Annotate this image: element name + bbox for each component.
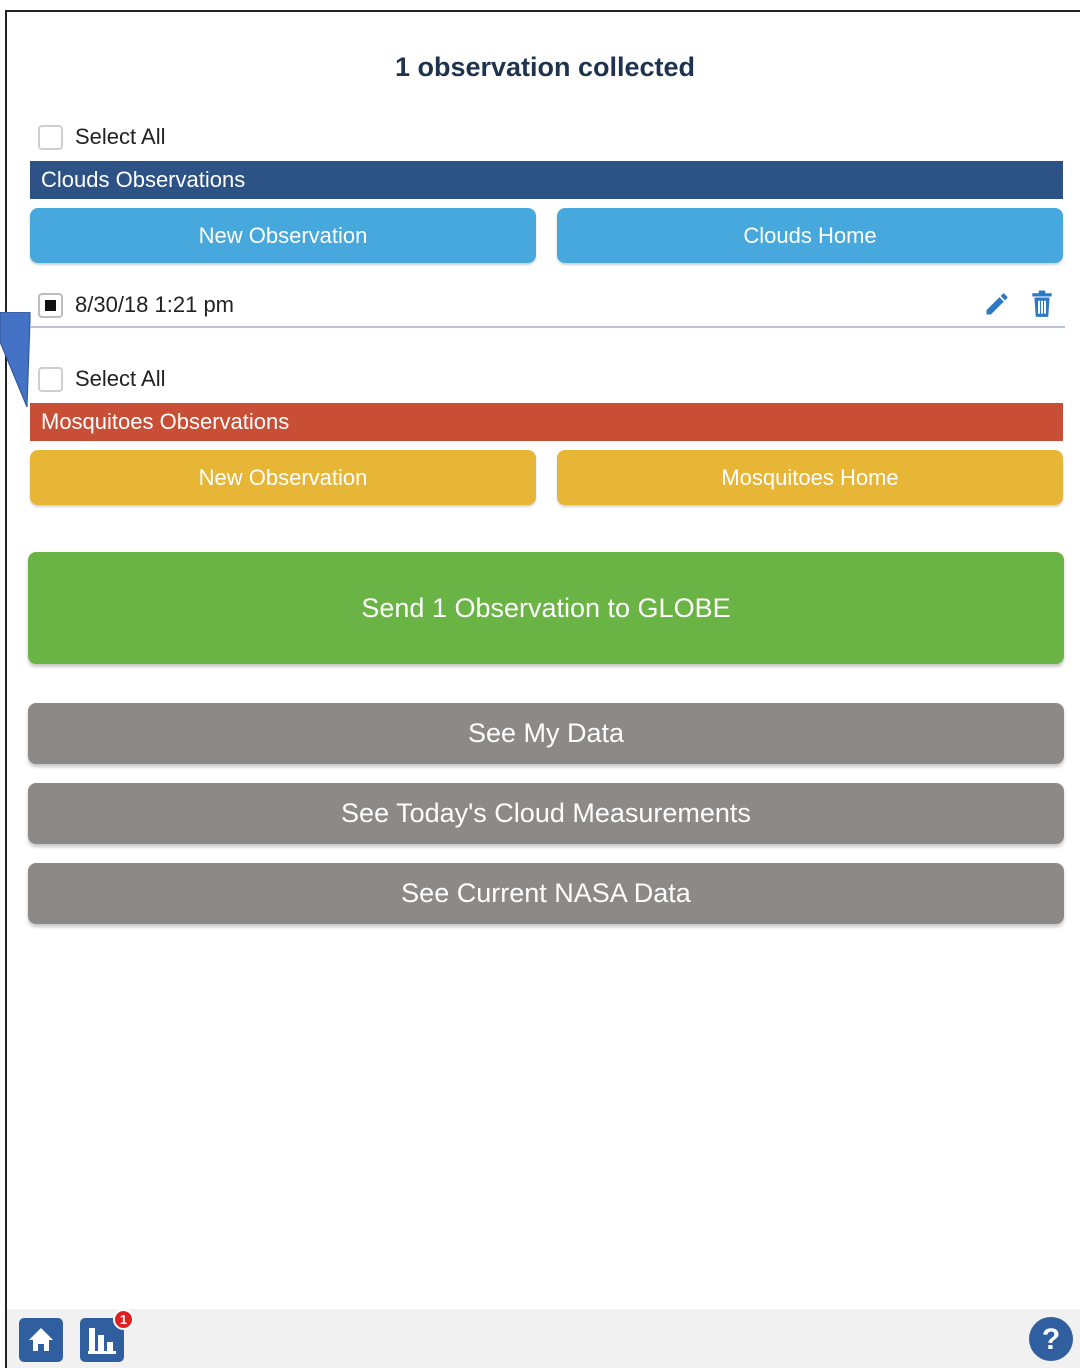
send-to-globe-button[interactable]: Send 1 Observation to GLOBE (28, 552, 1064, 664)
mosquitoes-select-all-label: Select All (75, 366, 166, 391)
mosquitoes-section-header: Mosquitoes Observations (30, 403, 1063, 441)
mosquitoes-new-observation-button[interactable]: New Observation (30, 450, 536, 505)
observation-checkbox[interactable] (38, 292, 63, 318)
clouds-section-title: Clouds Observations (41, 167, 246, 192)
mosquitoes-home-button[interactable]: Mosquitoes Home (557, 450, 1063, 505)
observation-row[interactable]: 8/30/18 1:21 pm (30, 284, 1065, 328)
data-badge: 1 (113, 1309, 134, 1330)
trash-icon[interactable] (1029, 290, 1055, 318)
clouds-select-all[interactable]: Select All (38, 123, 166, 151)
page-title: 1 observation collected (394, 52, 696, 82)
help-icon[interactable]: ? (1028, 1316, 1074, 1362)
see-today-cloud-measurements-button[interactable]: See Today's Cloud Measurements (28, 783, 1064, 844)
pencil-icon[interactable] (983, 290, 1011, 318)
observation-actions (983, 290, 1055, 318)
home-icon[interactable] (19, 1318, 63, 1362)
mosquitoes-select-all-checkbox[interactable] (38, 366, 63, 392)
clouds-home-button[interactable]: Clouds Home (557, 208, 1063, 263)
annotation-arrow (0, 312, 31, 408)
clouds-select-all-checkbox[interactable] (38, 124, 63, 150)
mosquitoes-section-title: Mosquitoes Observations (41, 409, 290, 434)
clouds-section-header: Clouds Observations (30, 161, 1063, 199)
clouds-select-all-label: Select All (75, 124, 166, 149)
mosquitoes-select-all[interactable]: Select All (38, 365, 166, 393)
checkbox-mark (45, 299, 56, 311)
svg-text:?: ? (1042, 1323, 1060, 1356)
see-my-data-button[interactable]: See My Data (28, 703, 1064, 764)
observation-datetime: 8/30/18 1:21 pm (75, 292, 235, 317)
bottom-toolbar: 1 ? (7, 1309, 1080, 1368)
see-current-nasa-data-button[interactable]: See Current NASA Data (28, 863, 1064, 924)
clouds-new-observation-button[interactable]: New Observation (30, 208, 536, 263)
